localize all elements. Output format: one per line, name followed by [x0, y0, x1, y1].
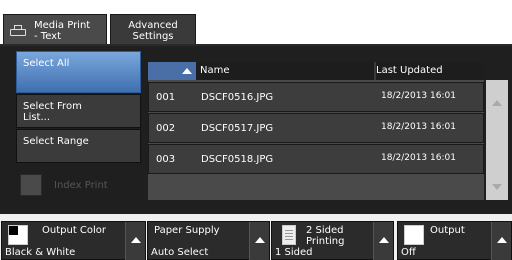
file-list: Name Last Updated 001 DSCF0516.JPG 18/2/… — [148, 62, 484, 200]
output-color-button[interactable]: Output Color Black & White — [1, 221, 146, 260]
chevron-up-icon — [131, 237, 141, 243]
tab-bar: Media Print - Text Advanced Settings — [0, 0, 512, 46]
row-number: 003 — [156, 154, 176, 165]
chevron-up-icon — [379, 237, 389, 243]
paper-supply-button[interactable]: Paper Supply Auto Select — [147, 221, 270, 260]
sort-button[interactable] — [148, 62, 196, 80]
output-icon — [404, 225, 424, 245]
row-date: 18/2/2013 16:01 — [381, 122, 456, 132]
select-range-label: Select Range — [23, 136, 89, 147]
index-print-checkbox[interactable]: Index Print — [20, 174, 136, 196]
tab-media-print-text[interactable]: Media Print - Text — [3, 14, 107, 46]
document-icon — [282, 225, 296, 245]
sort-ascending-icon — [182, 68, 192, 74]
index-print-label: Index Print — [54, 179, 108, 191]
row-number: 001 — [156, 92, 176, 103]
list-header: Name Last Updated — [148, 62, 484, 80]
chevron-up-icon — [255, 237, 265, 243]
tab-label: Advanced Settings — [128, 19, 178, 42]
row-date: 18/2/2013 16:01 — [381, 153, 456, 163]
select-all-button[interactable]: Select All — [16, 51, 141, 93]
output-button[interactable]: Output Off — [397, 221, 512, 260]
two-sided-arrow[interactable] — [373, 222, 393, 260]
scroll-up-icon[interactable] — [492, 100, 502, 106]
tab-label: Media Print - Text — [34, 19, 91, 42]
printer-icon — [10, 24, 28, 38]
select-all-label: Select All — [23, 58, 70, 69]
row-number: 002 — [156, 123, 176, 134]
scroll-down-icon[interactable] — [492, 184, 502, 190]
output-color-arrow[interactable] — [125, 222, 145, 260]
select-from-list-label: Select From List... — [23, 101, 82, 123]
table-row[interactable]: 001 DSCF0516.JPG 18/2/2013 16:01 — [148, 82, 484, 112]
select-from-list-button[interactable]: Select From List... — [16, 94, 141, 128]
paper-supply-title: Paper Supply — [154, 225, 220, 236]
output-color-title: Output Color — [42, 225, 107, 236]
list-scrollbar[interactable] — [486, 80, 508, 200]
checkbox-icon — [20, 174, 42, 196]
row-filename: DSCF0518.JPG — [201, 154, 274, 165]
output-title: Output — [430, 225, 465, 236]
two-sided-printing-button[interactable]: 2 Sided Printing 1 Sided — [271, 221, 394, 260]
paper-supply-arrow[interactable] — [249, 222, 269, 260]
table-row[interactable]: 002 DSCF0517.JPG 18/2/2013 16:01 — [148, 113, 484, 143]
row-filename: DSCF0516.JPG — [201, 92, 274, 103]
column-header-name[interactable]: Name — [200, 65, 230, 76]
two-sided-value: 1 Sided — [275, 247, 313, 258]
output-color-value: Black & White — [5, 247, 76, 258]
main-panel: Select All Select From List... Select Ra… — [0, 46, 512, 214]
two-sided-title: 2 Sided Printing — [306, 225, 345, 247]
chevron-up-icon — [497, 237, 507, 243]
feature-bar: Output Color Black & White Paper Supply … — [0, 214, 512, 260]
column-header-last-updated[interactable]: Last Updated — [376, 65, 443, 76]
select-range-button[interactable]: Select Range — [16, 129, 141, 163]
row-filename: DSCF0517.JPG — [201, 123, 274, 134]
row-date: 18/2/2013 16:01 — [381, 91, 456, 101]
black-white-icon — [8, 225, 28, 245]
tab-advanced-settings[interactable]: Advanced Settings — [110, 14, 196, 46]
output-arrow[interactable] — [491, 222, 511, 260]
paper-supply-value: Auto Select — [151, 247, 209, 258]
output-value: Off — [401, 247, 416, 258]
table-row[interactable]: 003 DSCF0518.JPG 18/2/2013 16:01 — [148, 144, 484, 174]
